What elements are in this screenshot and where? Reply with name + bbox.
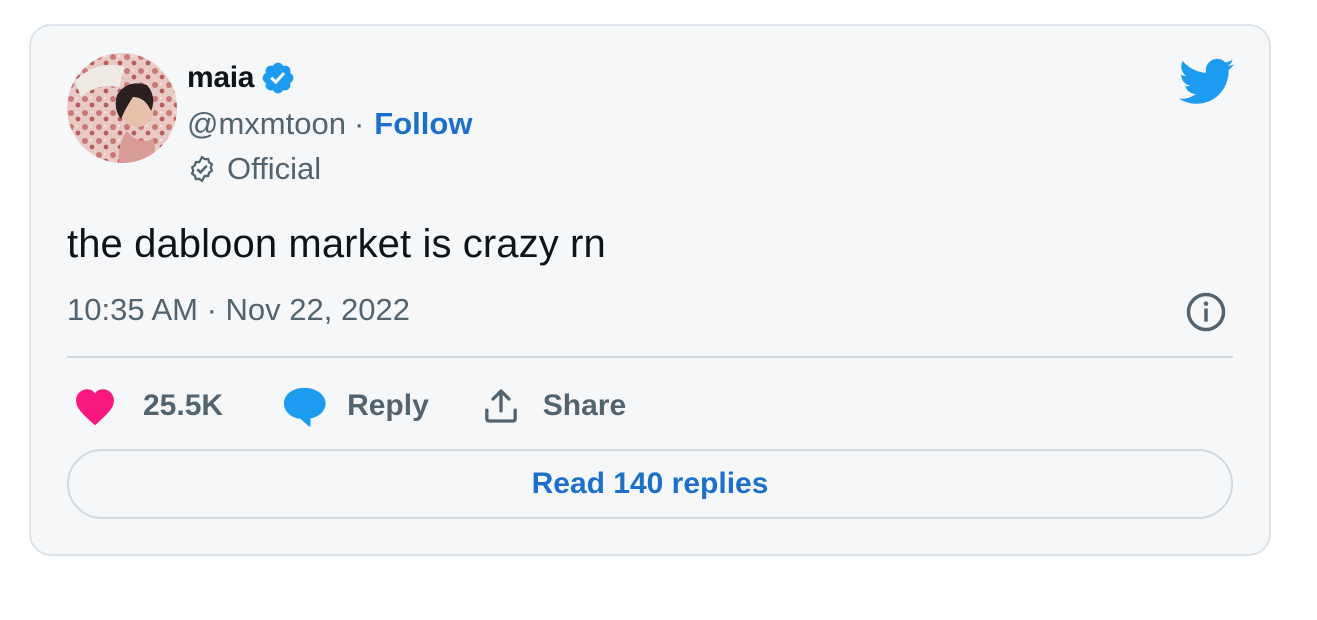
official-label-row: Official — [187, 149, 321, 189]
info-icon[interactable] — [1185, 291, 1227, 333]
speech-bubble-icon — [284, 387, 326, 427]
avatar[interactable] — [67, 53, 177, 163]
handle-separator: · — [353, 106, 365, 141]
divider — [67, 356, 1233, 358]
reply-label: Reply — [347, 389, 429, 422]
embedded-tweet-card: maia @mxmtoon · Follow Official the dabl… — [29, 24, 1271, 556]
like-button[interactable]: 25.5K — [67, 386, 223, 426]
handle-row: @mxmtoon · Follow — [187, 104, 472, 144]
author-handle[interactable]: @mxmtoon — [187, 106, 346, 142]
twitter-bird-icon[interactable] — [1179, 58, 1235, 106]
share-button[interactable]: Share — [481, 386, 626, 426]
heart-icon — [76, 389, 114, 426]
read-replies-button[interactable]: Read 140 replies — [67, 449, 1233, 519]
share-upload-icon — [484, 389, 517, 423]
official-label: Official — [227, 151, 322, 186]
official-badge-icon — [190, 155, 214, 183]
read-replies-label: Read 140 replies — [531, 467, 769, 500]
follow-link[interactable]: Follow — [374, 106, 472, 142]
like-count: 25.5K — [143, 389, 224, 422]
verified-badge-icon — [262, 62, 294, 94]
tweet-actions: 25.5K Reply Share — [67, 381, 626, 431]
author-name-row: maia — [187, 58, 296, 98]
tweet-timestamp[interactable]: 10:35 AM · Nov 22, 2022 — [67, 292, 410, 328]
author-name[interactable]: maia — [187, 61, 254, 95]
reply-button[interactable]: Reply — [281, 385, 429, 427]
tweet-text: the dabloon market is crazy rn — [67, 222, 606, 266]
share-label: Share — [542, 389, 627, 422]
